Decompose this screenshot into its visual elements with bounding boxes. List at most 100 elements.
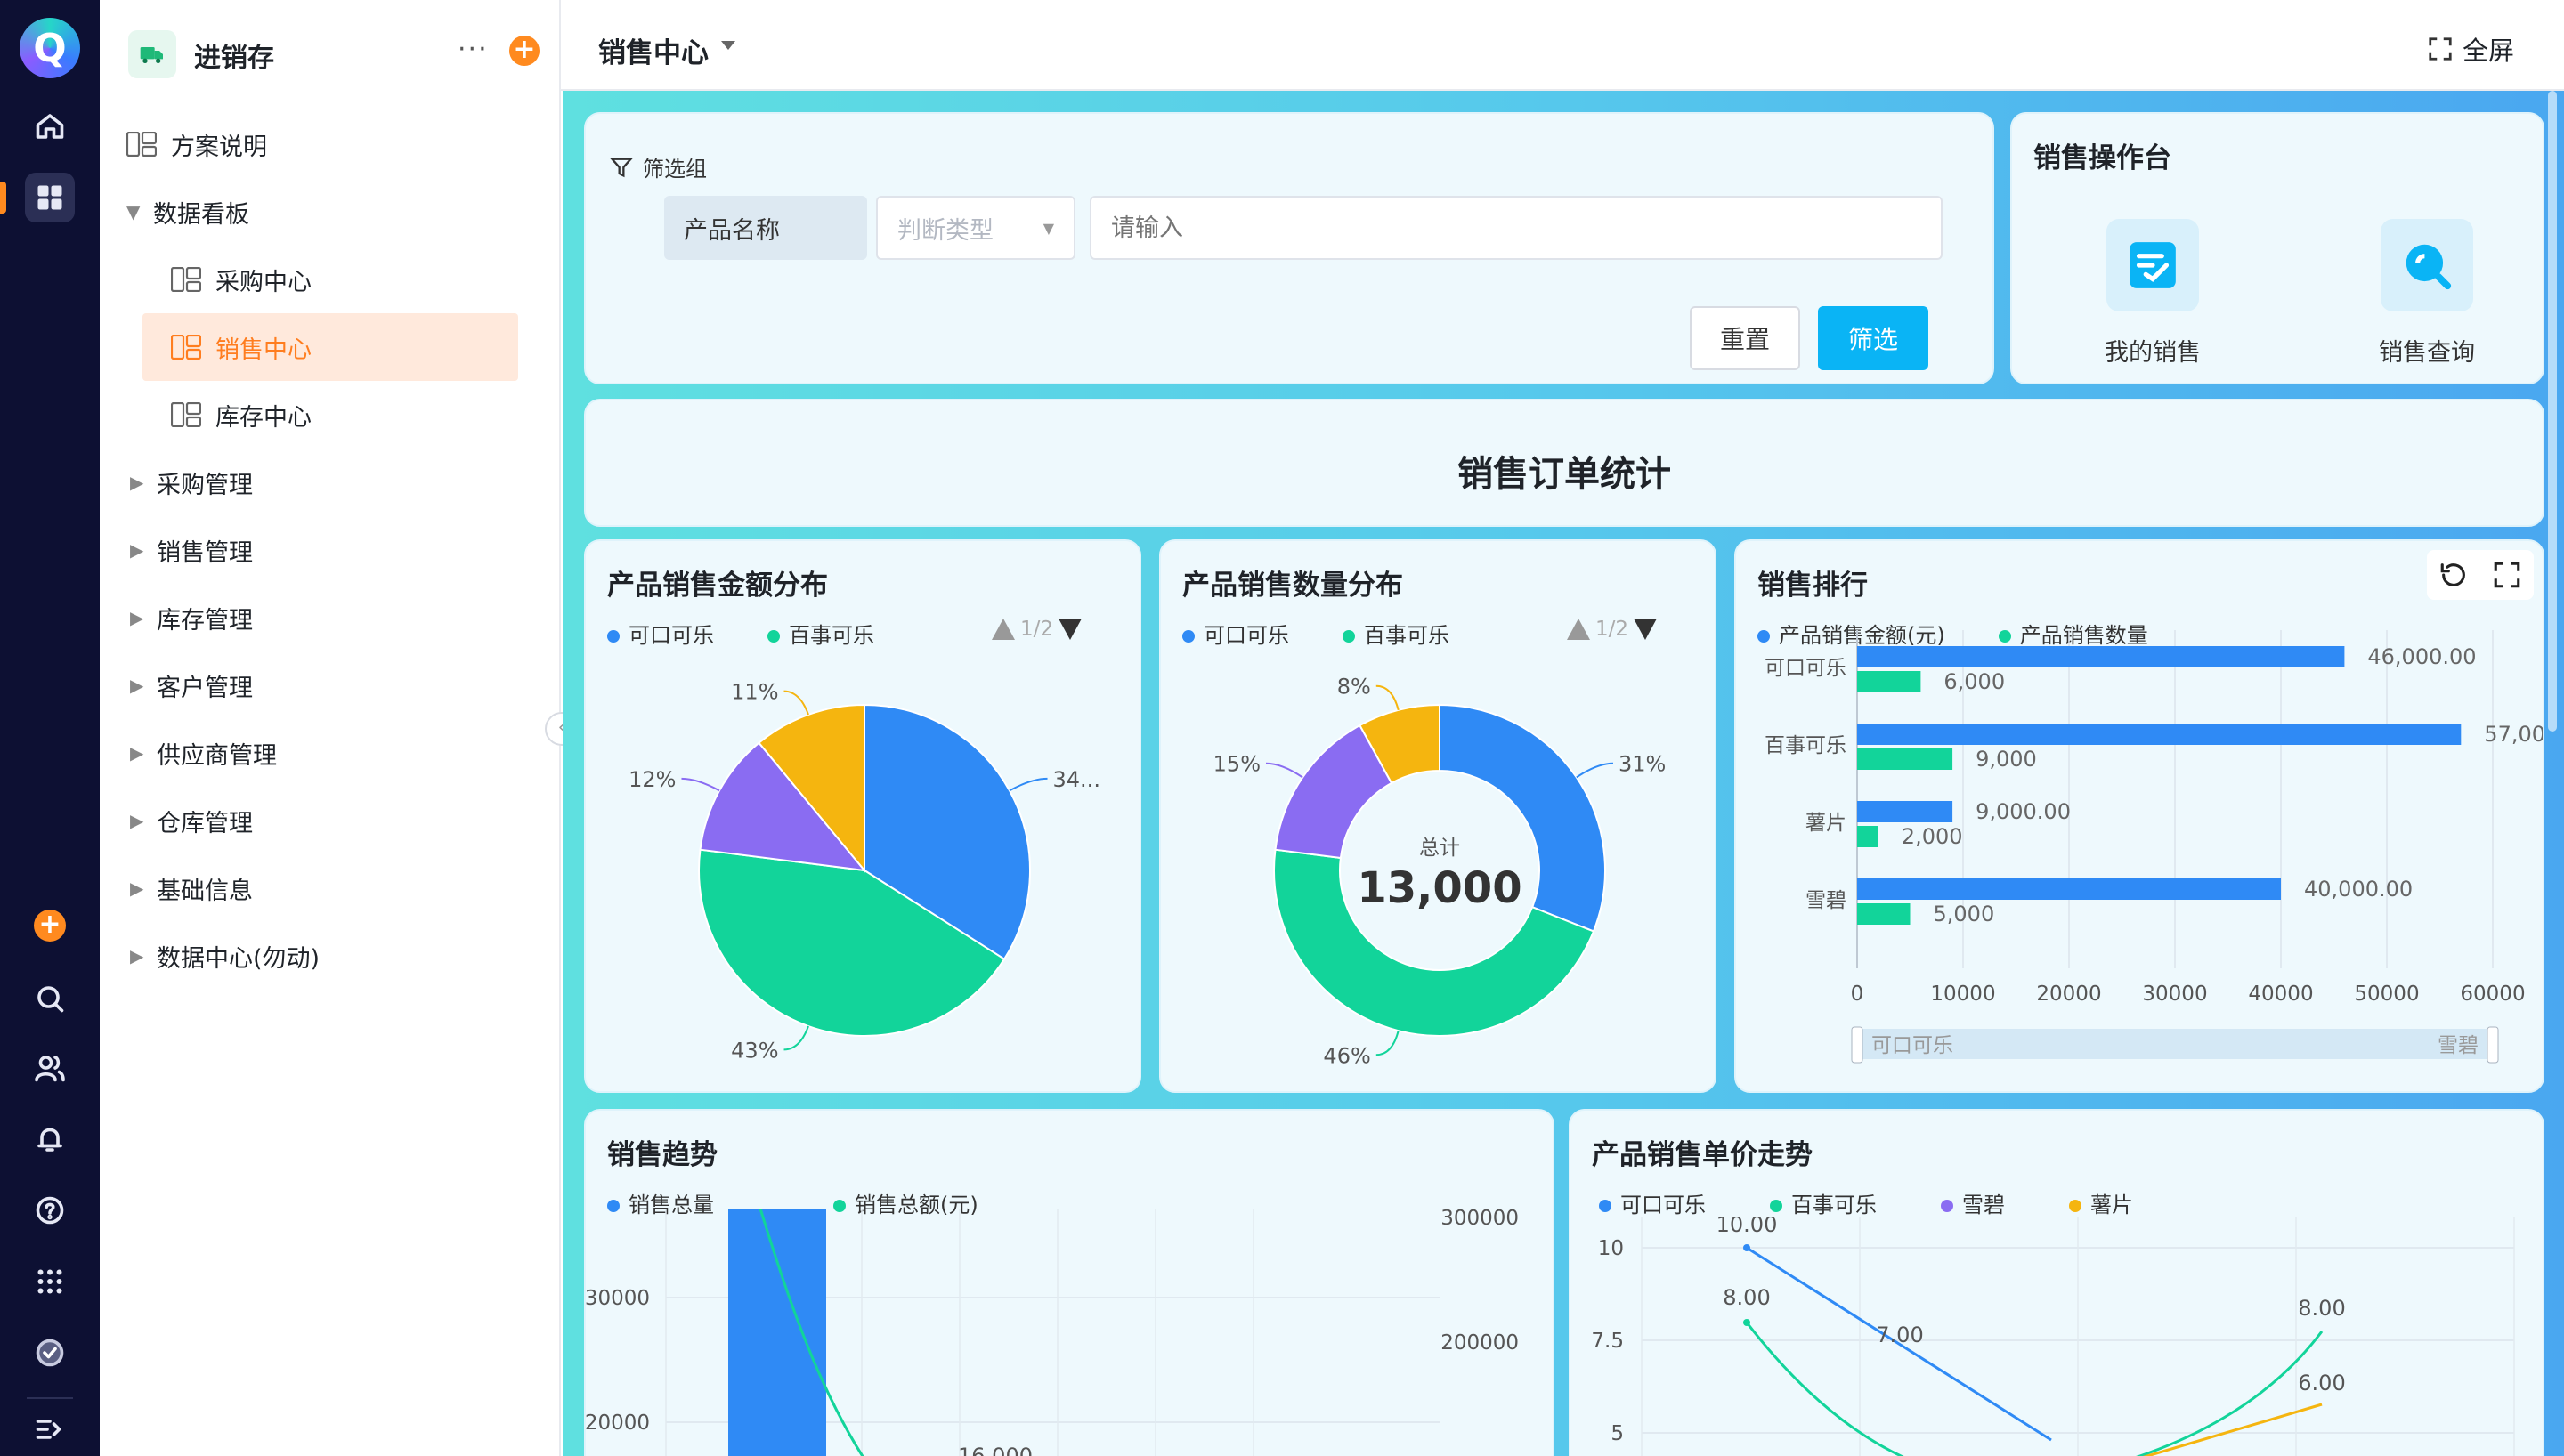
sidebar-item-label: 供应商管理 xyxy=(157,741,277,770)
sales-query-label[interactable]: 销售查询 xyxy=(2338,333,2516,368)
bell-icon[interactable] xyxy=(25,1114,75,1164)
sidebar-item-label: 采购中心 xyxy=(215,268,312,296)
sidebar-item-sales-center[interactable]: 销售中心 xyxy=(142,313,518,381)
page-title[interactable]: 销售中心 xyxy=(598,30,709,70)
caret-right-icon: ▶ xyxy=(130,945,144,967)
app-launcher-icon[interactable] xyxy=(25,1257,75,1306)
my-sales-label[interactable]: 我的销售 xyxy=(2064,333,2242,368)
scrollbar[interactable] xyxy=(2548,91,2557,732)
account-icon[interactable] xyxy=(25,1328,75,1378)
app-title: 进销存 xyxy=(194,43,274,74)
sidebar-item-label: 客户管理 xyxy=(157,674,253,702)
expand-menu-icon[interactable] xyxy=(25,1404,75,1454)
sidebar-group-sales[interactable]: ▶ 销售管理 xyxy=(130,516,536,584)
rail-active-indicator xyxy=(0,182,6,214)
dashboard-icon xyxy=(171,402,201,427)
more-icon[interactable]: ··· xyxy=(458,34,489,65)
refresh-icon[interactable] xyxy=(2438,560,2469,590)
filter-input[interactable] xyxy=(1090,196,1943,260)
chart-toolbar xyxy=(2427,550,2534,600)
dashboard-canvas: 筛选组 产品名称 判断类型 ▼ 重置 筛选 销售操作台 我的销售 销售查询 销售… xyxy=(563,91,2564,1456)
legend-item[interactable]: 薯片 xyxy=(2069,1187,2133,1218)
sidebar-group-purchase[interactable]: ▶ 采购管理 xyxy=(130,449,536,516)
label-line xyxy=(1265,762,1303,779)
bar-value-label: 6,000 xyxy=(1943,669,2005,694)
caret-right-icon: ▶ xyxy=(130,539,144,561)
x-tick-label: 20000 xyxy=(2036,983,2101,1006)
magnifier-icon xyxy=(2406,244,2452,290)
caret-right-icon: ▶ xyxy=(130,742,144,764)
console-title: 销售操作台 xyxy=(2033,142,2171,174)
dashboard-icon xyxy=(126,132,157,157)
caret-right-icon: ▶ xyxy=(130,472,144,493)
filter-group-label: 筛选组 xyxy=(609,151,707,182)
y-tick-label: 20000 xyxy=(586,1412,650,1435)
home-icon[interactable] xyxy=(25,101,75,151)
title-dropdown-icon[interactable] xyxy=(721,41,735,50)
slice-label: 31% xyxy=(1619,752,1666,777)
sidebar-group-basic-info[interactable]: ▶ 基础信息 xyxy=(130,854,536,922)
legend-item[interactable]: 可口可乐 xyxy=(1599,1187,1706,1218)
sidebar-group-inventory[interactable]: ▶ 库存管理 xyxy=(130,584,536,651)
sidebar-group-supplier[interactable]: ▶ 供应商管理 xyxy=(130,719,536,787)
label-line xyxy=(1375,1030,1400,1056)
sidebar-group-customer[interactable]: ▶ 客户管理 xyxy=(130,651,536,719)
slice-label: 46% xyxy=(1323,1043,1370,1068)
label-line xyxy=(1375,684,1400,711)
my-sales-button[interactable] xyxy=(2106,219,2199,311)
fullscreen-icon xyxy=(2429,37,2452,61)
y-tick-label: 5 xyxy=(1611,1422,1624,1445)
label-line xyxy=(681,777,720,792)
apps-grid-icon[interactable] xyxy=(25,173,75,222)
legend-item[interactable]: 雪碧 xyxy=(1941,1187,2005,1218)
filter-button[interactable]: 筛选 xyxy=(1818,306,1928,370)
bar xyxy=(1857,801,1953,822)
add-icon[interactable]: + xyxy=(34,910,66,942)
help-icon[interactable] xyxy=(25,1185,75,1235)
bar xyxy=(1857,903,1911,925)
dashboard-icon xyxy=(171,267,201,292)
slider-end-label: 雪碧 xyxy=(2438,1034,2479,1057)
rail-divider xyxy=(27,1397,73,1399)
label-line xyxy=(1576,762,1614,779)
add-item-button[interactable]: + xyxy=(509,36,540,66)
app-logo[interactable] xyxy=(20,18,80,78)
pie-chart: 34... 43% 12% 11% xyxy=(629,680,1100,1064)
sidebar-item-purchase-center[interactable]: 采购中心 xyxy=(169,246,536,313)
data-label: 8.00 xyxy=(2298,1296,2345,1321)
sidebar-group-data-center[interactable]: ▶ 数据中心(勿动) xyxy=(130,922,536,990)
bar xyxy=(1857,878,2281,900)
search-icon[interactable] xyxy=(25,974,75,1023)
center-value: 13,000 xyxy=(1357,863,1521,913)
sidebar-item-plan[interactable]: 方案说明 xyxy=(126,110,536,178)
caret-right-icon: ▶ xyxy=(130,675,144,696)
quantity-distribution-card: 产品销售数量分布 可口可乐 百事可乐 1/2 31% 46% 15% 8% 总计 13,0… xyxy=(1159,539,1716,1093)
reset-button[interactable]: 重置 xyxy=(1690,306,1800,370)
sidebar-group-dashboard[interactable]: ▼ 数据看板 xyxy=(126,178,536,246)
contacts-icon[interactable] xyxy=(25,1043,75,1093)
bar-value-label: 40,000.00 xyxy=(2304,877,2413,902)
caret-right-icon: ▶ xyxy=(130,607,144,628)
y2-tick-label: 300000 xyxy=(1440,1209,1519,1230)
series-line xyxy=(2142,1403,2323,1456)
legend-item[interactable]: 百事可乐 xyxy=(1770,1187,1877,1218)
x-tick-label: 50000 xyxy=(2354,983,2419,1006)
sales-ranking-card: 销售排行 产品销售金额(元) 产品销售数量 0 10000 20000 30000 40… xyxy=(1734,539,2544,1093)
x-tick-label: 0 xyxy=(1851,983,1864,1006)
unit-price-trend-card: 产品销售单价走势 可口可乐 百事可乐 雪碧 薯片 10 7.5 5 10.00 8.00… xyxy=(1569,1109,2544,1456)
sidebar-item-inventory-center[interactable]: 库存中心 xyxy=(169,381,536,449)
fullscreen-icon[interactable] xyxy=(2492,560,2522,590)
judge-type-select[interactable]: 判断类型 ▼ xyxy=(876,196,1075,260)
sidebar-item-label: 采购管理 xyxy=(157,471,253,499)
sidebar-group-warehouse[interactable]: ▶ 仓库管理 xyxy=(130,787,536,854)
x-tick-label: 30000 xyxy=(2142,983,2207,1006)
caret-right-icon: ▶ xyxy=(130,810,144,831)
label-line xyxy=(783,1025,809,1051)
y-tick-label: 雪碧 xyxy=(1805,889,1846,912)
slice-label: 11% xyxy=(731,680,778,705)
slider-handle xyxy=(2487,1026,2499,1064)
fullscreen-button[interactable]: 全屏 xyxy=(2427,30,2514,68)
sales-query-button[interactable] xyxy=(2381,219,2473,311)
amount-distribution-card: 产品销售金额分布 可口可乐 百事可乐 1/2 34... 43% 12% 11% xyxy=(584,539,1141,1093)
sales-console-card: 销售操作台 我的销售 销售查询 xyxy=(2010,112,2544,384)
